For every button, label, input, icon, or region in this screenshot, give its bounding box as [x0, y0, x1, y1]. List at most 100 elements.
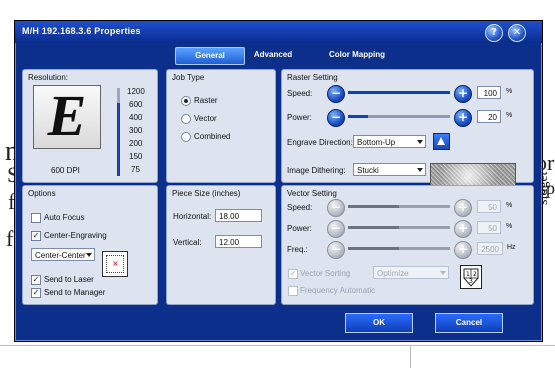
tab-advanced[interactable]: Advanced	[247, 47, 299, 63]
engrave-direction-value: Bottom-Up	[357, 138, 396, 147]
raster-speed-label: Speed:	[287, 89, 313, 98]
raster-power-slider-fill	[348, 115, 369, 118]
vector-freq-label: Freq.:	[287, 245, 308, 254]
close-icon[interactable]: ✕	[508, 24, 526, 42]
vector-power-slider-fill	[348, 226, 399, 229]
chevron-down-icon	[417, 140, 423, 144]
background-divider	[410, 346, 411, 368]
center-engraving-label: Center-Engraving	[44, 231, 107, 240]
frequency-automatic-label: Frequency Automatic	[300, 286, 376, 295]
vector-power-slider[interactable]	[348, 226, 450, 229]
vector-speed-slider[interactable]	[348, 205, 450, 208]
options-panel: Options Auto Focus ✓ Center-Engraving Ce…	[22, 185, 158, 305]
tab-general[interactable]: General	[175, 47, 245, 65]
send-to-manager-checkbox[interactable]: ✓	[31, 288, 41, 298]
vector-sorting-checkbox[interactable]: ✓	[288, 269, 298, 279]
raster-speed-plus-button[interactable]: +	[454, 85, 472, 103]
resolution-tick: 200	[129, 139, 143, 148]
vector-sorting-label: Vector Sorting	[300, 269, 351, 278]
center-position-picker[interactable]: ×	[102, 251, 128, 277]
raster-setting-title: Raster Setting	[287, 73, 338, 82]
send-to-laser-checkbox[interactable]: ✓	[31, 275, 41, 285]
vector-speed-plus-button[interactable]: +	[454, 199, 472, 217]
preview-letter: E	[47, 83, 87, 148]
resolution-panel: Resolution: E 600 DPI 1200 600 400 300 2…	[22, 69, 158, 183]
vector-sorting-select[interactable]: Optimize	[373, 266, 449, 279]
send-to-laser-label: Send to Laser	[44, 275, 94, 284]
raster-speed-minus-button[interactable]: −	[327, 85, 345, 103]
help-icon[interactable]: ?	[485, 24, 503, 42]
raster-speed-slider-fill	[348, 91, 450, 94]
vector-freq-slider-fill	[348, 247, 399, 250]
vector-speed-label: Speed:	[287, 203, 313, 212]
raster-setting-panel: Raster Setting Speed: − + 100 % Power: −…	[281, 69, 534, 189]
frequency-automatic-checkbox[interactable]	[288, 286, 298, 296]
center-mode-select[interactable]: Center-Center	[31, 248, 95, 261]
vector-sorting-icon-graphic: 1 2 3	[463, 268, 479, 287]
resolution-title: Resolution:	[28, 73, 69, 82]
resolution-tick: 600	[129, 100, 143, 109]
resolution-tick: 150	[129, 152, 143, 161]
options-title: Options	[28, 189, 56, 198]
ok-button[interactable]: OK	[345, 313, 413, 333]
raster-power-plus-button[interactable]: +	[454, 109, 472, 127]
svg-text:1: 1	[466, 271, 470, 278]
image-dithering-label: Image Dithering:	[287, 166, 346, 175]
radio-raster[interactable]	[181, 96, 191, 106]
vector-speed-minus-button[interactable]: −	[327, 199, 345, 217]
background-divider	[0, 345, 555, 346]
svg-text:2: 2	[473, 271, 477, 278]
vector-freq-plus-button[interactable]: +	[454, 241, 472, 259]
center-mode-value: Center-Center	[35, 251, 86, 260]
vector-power-input[interactable]: 50	[477, 221, 501, 234]
arrow-up-icon[interactable]	[433, 133, 450, 150]
chevron-down-icon	[440, 271, 446, 275]
vector-setting-title: Vector Setting	[287, 189, 337, 198]
resolution-tick: 1200	[127, 87, 145, 96]
radio-vector-label: Vector	[194, 114, 217, 123]
svg-text:3: 3	[469, 278, 473, 285]
auto-focus-checkbox[interactable]	[31, 213, 41, 223]
vector-setting-panel: Vector Setting Speed: − + 50 % Power: − …	[281, 185, 534, 305]
raster-power-input[interactable]: 20	[477, 110, 501, 123]
vector-sorting-value: Optimize	[377, 269, 409, 278]
vector-sorting-icon: 1 2 3	[460, 265, 482, 289]
resolution-current: 600 DPI	[51, 166, 80, 175]
send-to-manager-label: Send to Manager	[44, 288, 106, 297]
vector-speed-input[interactable]: 50	[477, 200, 501, 213]
tab-color-mapping[interactable]: Color Mapping	[315, 47, 399, 63]
vector-power-unit: %	[506, 223, 513, 230]
engrave-direction-select[interactable]: Bottom-Up	[353, 135, 426, 148]
raster-power-unit: %	[506, 112, 513, 119]
horizontal-input[interactable]: 18.00	[215, 209, 262, 222]
resolution-slider-fill	[117, 102, 120, 176]
resolution-tick: 75	[131, 165, 140, 174]
vector-freq-input[interactable]: 2500	[477, 242, 503, 255]
vertical-input[interactable]: 12.00	[215, 235, 262, 248]
raster-speed-input[interactable]: 100	[477, 86, 501, 99]
title-bar: M/H 192.168.3.6 Properties ? ✕	[15, 21, 542, 43]
center-engraving-checkbox[interactable]: ✓	[31, 231, 41, 241]
resolution-preview: E	[33, 83, 101, 149]
vector-freq-slider[interactable]	[348, 247, 450, 250]
piece-size-title: Piece Size (inches)	[172, 189, 241, 198]
radio-vector[interactable]	[181, 114, 191, 124]
raster-speed-unit: %	[506, 88, 513, 95]
radio-combined-label: Combined	[194, 132, 231, 141]
cancel-button[interactable]: Cancel	[435, 313, 503, 333]
vector-freq-minus-button[interactable]: −	[327, 241, 345, 259]
raster-speed-slider[interactable]	[348, 91, 450, 94]
vector-speed-unit: %	[506, 202, 513, 209]
raster-power-minus-button[interactable]: −	[327, 109, 345, 127]
image-dithering-select[interactable]: Stucki	[353, 163, 426, 176]
window-title: M/H 192.168.3.6 Properties	[22, 26, 141, 36]
vertical-label: Vertical:	[173, 238, 202, 247]
piece-size-panel: Piece Size (inches) Horizontal: 18.00 Ve…	[166, 185, 276, 305]
raster-power-slider[interactable]	[348, 115, 450, 118]
resolution-slider[interactable]	[117, 88, 120, 176]
radio-combined[interactable]	[181, 132, 191, 142]
job-type-title: Job Type	[172, 73, 205, 82]
vector-power-minus-button[interactable]: −	[327, 220, 345, 238]
vector-power-label: Power:	[287, 224, 312, 233]
vector-power-plus-button[interactable]: +	[454, 220, 472, 238]
